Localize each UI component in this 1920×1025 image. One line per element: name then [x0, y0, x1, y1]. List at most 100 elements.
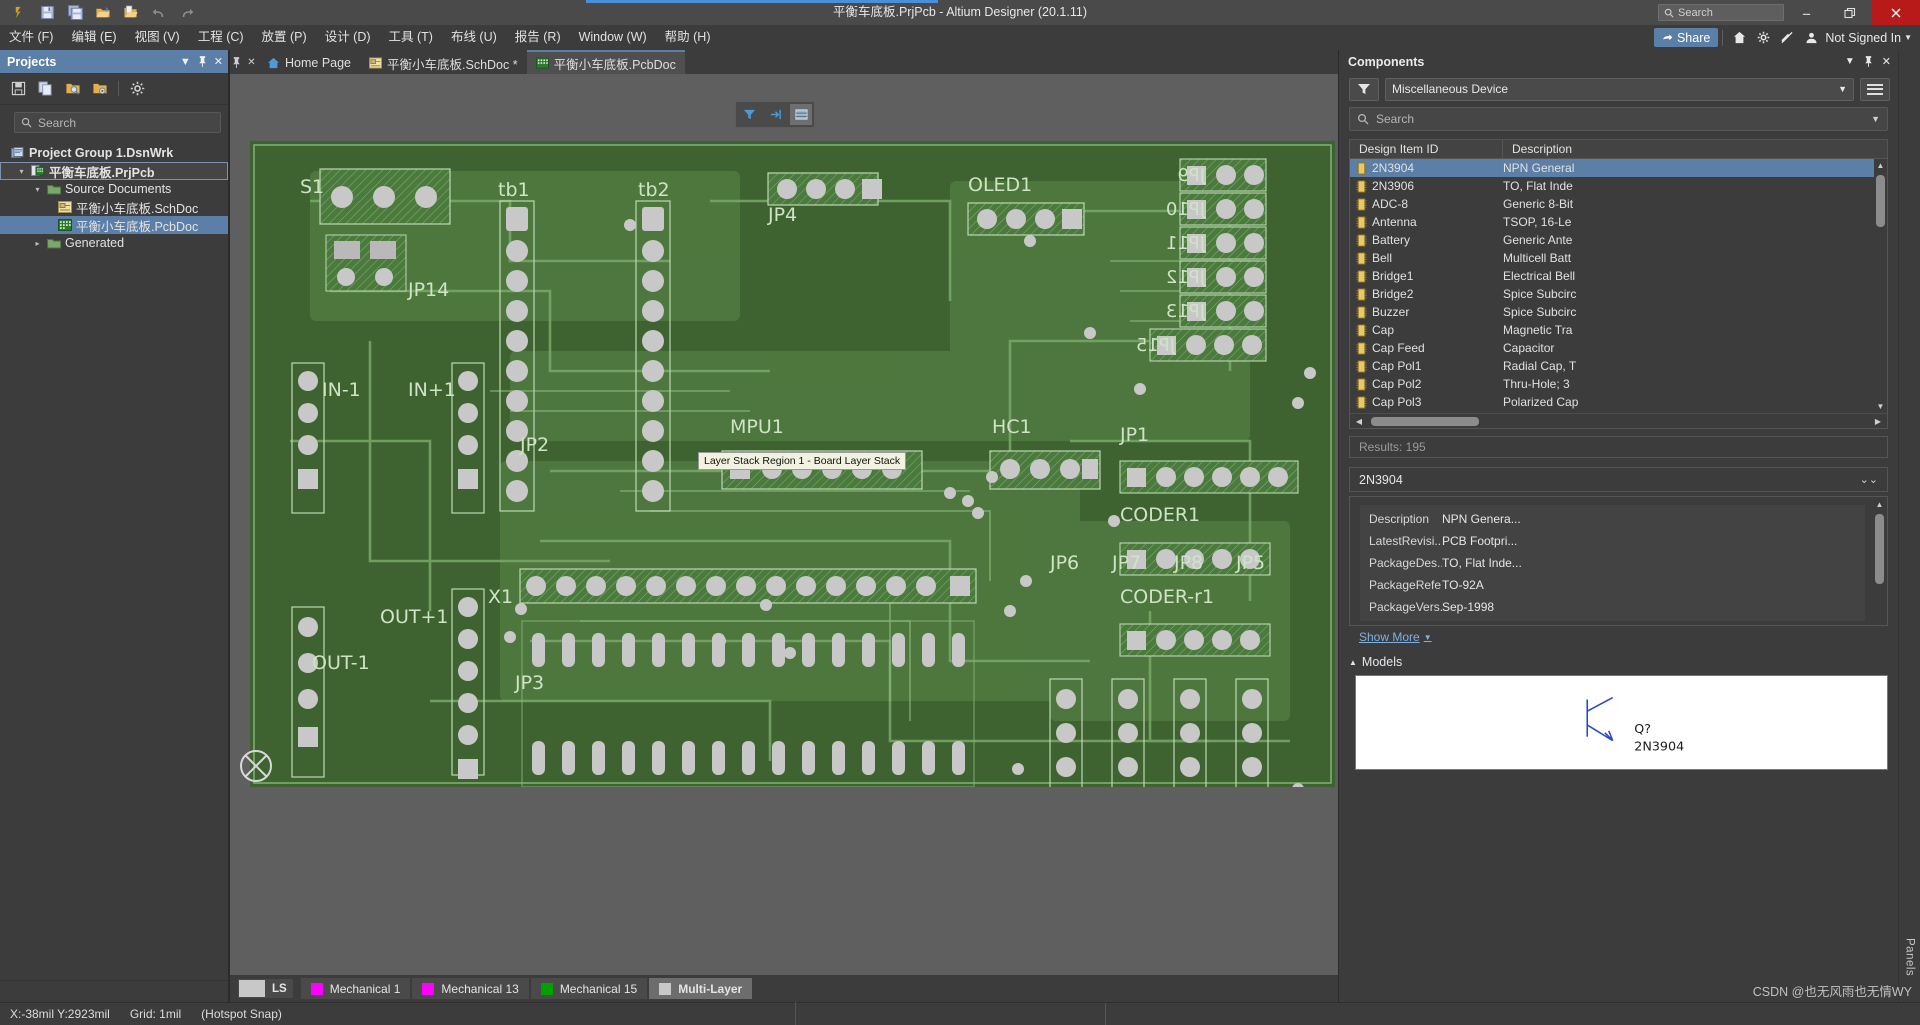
share-button[interactable]: Share	[1653, 28, 1719, 47]
chevron-down-icon[interactable]: ▾	[32, 185, 43, 194]
menu-place[interactable]: 放置 (P)	[253, 25, 316, 50]
table-row[interactable]: Cap Pol2 Thru-Hole; 3	[1350, 375, 1887, 393]
snippets-icon[interactable]	[1775, 25, 1799, 50]
menu-route[interactable]: 布线 (U)	[442, 25, 506, 50]
scrollbar-track[interactable]	[1365, 416, 1872, 426]
scrollbar-thumb[interactable]	[1875, 514, 1884, 584]
tab-pcbdoc[interactable]: 平衡小车底板.PcbDoc	[526, 50, 685, 74]
layer-tab-mechanical-15[interactable]: Mechanical 15	[530, 978, 648, 999]
scroll-right-arrow-icon[interactable]: ▶	[1872, 417, 1884, 426]
table-row[interactable]: Bridge1 Electrical Bell	[1350, 267, 1887, 285]
pcb-canvas[interactable]: S1 JP14 tb1 tb2 JP4 OLED1 IN-1 IN+1 JP2 …	[230, 74, 1338, 975]
save-icon[interactable]	[10, 80, 27, 97]
components-horizontal-scrollbar[interactable]: ◀ ▶	[1350, 413, 1887, 428]
menu-project[interactable]: 工程 (C)	[189, 25, 253, 50]
menu-edit[interactable]: 编辑 (E)	[62, 25, 125, 50]
filter-icon[interactable]	[738, 104, 760, 125]
layer-tab-mechanical-1[interactable]: Mechanical 1	[300, 978, 411, 999]
column-header-description[interactable]: Description	[1503, 140, 1887, 159]
scroll-up-arrow-icon[interactable]: ▲	[1873, 498, 1886, 511]
layer-stack-chip[interactable]: LS	[238, 979, 293, 998]
chevron-down-icon[interactable]: ▼	[180, 56, 191, 68]
column-header-design-item-id[interactable]: Design Item ID	[1350, 139, 1503, 159]
table-row[interactable]: Bridge2 Spice Subcirc	[1350, 285, 1887, 303]
redo-icon[interactable]	[174, 1, 200, 24]
table-row[interactable]: Cap Magnetic Tra	[1350, 321, 1887, 339]
show-more-link[interactable]: Show More ▼	[1359, 630, 1888, 644]
projects-search-input[interactable]: Search	[14, 112, 221, 133]
altium-logo-icon[interactable]	[6, 1, 32, 24]
home-icon[interactable]	[1727, 25, 1751, 50]
save-all-icon[interactable]	[62, 1, 88, 24]
table-row[interactable]: Cap Pol3 Polarized Cap	[1350, 393, 1887, 411]
copy-icon[interactable]	[37, 80, 54, 97]
tree-item-schdoc[interactable]: 平衡小车底板.SchDoc	[0, 198, 228, 216]
layer-tab-multi-layer[interactable]: Multi-Layer	[649, 978, 753, 999]
table-row[interactable]: 2N3904 NPN General	[1350, 159, 1887, 177]
table-row[interactable]: Antenna TSOP, 16-Le	[1350, 213, 1887, 231]
menu-view[interactable]: 视图 (V)	[126, 25, 189, 50]
gear-icon[interactable]	[1751, 25, 1775, 50]
tab-strip-controls[interactable]: ✕	[230, 50, 258, 74]
tree-item-pcbdoc[interactable]: 平衡小车底板.PcbDoc	[0, 216, 228, 234]
menu-reports[interactable]: 报告 (R)	[506, 25, 570, 50]
close-icon[interactable]: ✕	[1882, 55, 1891, 68]
open-folder-search-icon[interactable]	[64, 80, 81, 97]
table-row[interactable]: Battery Generic Ante	[1350, 231, 1887, 249]
layer-tab-mechanical-13[interactable]: Mechanical 13	[412, 978, 529, 999]
chevron-down-icon[interactable]: ▾	[16, 167, 27, 176]
chevron-down-icon[interactable]: ▼	[1871, 114, 1880, 124]
folder-settings-icon[interactable]	[91, 80, 108, 97]
table-row[interactable]: Bell Multicell Batt	[1350, 249, 1887, 267]
components-grid-body[interactable]: 2N3904 NPN General 2N3906 TO, Flat Inde …	[1350, 159, 1887, 413]
global-search-input[interactable]: Search	[1658, 4, 1784, 21]
restore-button[interactable]	[1828, 0, 1872, 25]
selected-component-name[interactable]: 2N3904 ⌄⌄	[1349, 467, 1888, 492]
board-planning-icon[interactable]	[790, 104, 812, 125]
menu-file[interactable]: 文件 (F)	[0, 25, 62, 50]
scroll-left-arrow-icon[interactable]: ◀	[1353, 417, 1365, 426]
close-button[interactable]	[1872, 0, 1920, 25]
filter-icon[interactable]	[1349, 77, 1379, 101]
undo-icon[interactable]	[146, 1, 172, 24]
components-menu-button[interactable]	[1860, 77, 1890, 101]
select-mask-icon[interactable]	[764, 104, 786, 125]
library-select[interactable]: Miscellaneous Device ▼	[1385, 77, 1854, 101]
model-preview[interactable]: Q? 2N3904	[1355, 675, 1888, 770]
properties-scrollbar[interactable]: ▲	[1873, 498, 1886, 624]
components-vertical-scrollbar[interactable]: ▲ ▼	[1874, 159, 1887, 413]
pin-icon[interactable]	[232, 56, 241, 68]
pin-icon[interactable]	[1864, 56, 1873, 67]
table-row[interactable]: Buzzer Spice Subcirc	[1350, 303, 1887, 321]
table-row[interactable]: Cap Feed Capacitor	[1350, 339, 1887, 357]
menu-help[interactable]: 帮助 (H)	[656, 25, 720, 50]
menu-design[interactable]: 设计 (D)	[316, 25, 380, 50]
models-section-header[interactable]: ▲ Models	[1349, 655, 1888, 669]
pin-icon[interactable]	[198, 56, 207, 67]
tab-schdoc[interactable]: 平衡小车底板.SchDoc *	[360, 52, 527, 74]
chevron-double-down-icon[interactable]: ⌄⌄	[1860, 473, 1878, 486]
scroll-down-arrow-icon[interactable]: ▼	[1874, 400, 1887, 413]
scrollbar-thumb[interactable]	[1371, 416, 1479, 426]
save-icon[interactable]	[34, 1, 60, 24]
table-row[interactable]: ADC-8 Generic 8-Bit	[1350, 195, 1887, 213]
table-row[interactable]: Cap Pol1 Radial Cap, T	[1350, 357, 1887, 375]
panels-sidebar[interactable]: Panels	[1898, 50, 1920, 1002]
components-search-input[interactable]: Search ▼	[1349, 107, 1888, 131]
chevron-right-icon[interactable]: ▸	[32, 239, 43, 248]
tree-item-project-group[interactable]: Project Group 1.DsnWrk	[0, 144, 228, 162]
close-icon[interactable]: ✕	[247, 57, 255, 68]
menu-window[interactable]: Window (W)	[570, 25, 656, 50]
account-icon[interactable]	[1799, 25, 1823, 50]
close-icon[interactable]: ✕	[214, 55, 223, 68]
tree-item-prjpcb[interactable]: ▾ 平衡车底板.PrjPcb	[0, 162, 228, 180]
chevron-down-icon[interactable]: ▼	[1845, 56, 1855, 67]
open-project-icon[interactable]	[118, 1, 144, 24]
scroll-up-arrow-icon[interactable]: ▲	[1874, 159, 1887, 172]
sign-in-status[interactable]: Not Signed In ▼	[1823, 31, 1912, 45]
menu-tools[interactable]: 工具 (T)	[380, 25, 442, 50]
tree-item-source-documents[interactable]: ▾ Source Documents	[0, 180, 228, 198]
gear-icon[interactable]	[129, 80, 146, 97]
tree-item-generated[interactable]: ▸ Generated	[0, 234, 228, 252]
tab-home-page[interactable]: Home Page	[258, 52, 361, 74]
